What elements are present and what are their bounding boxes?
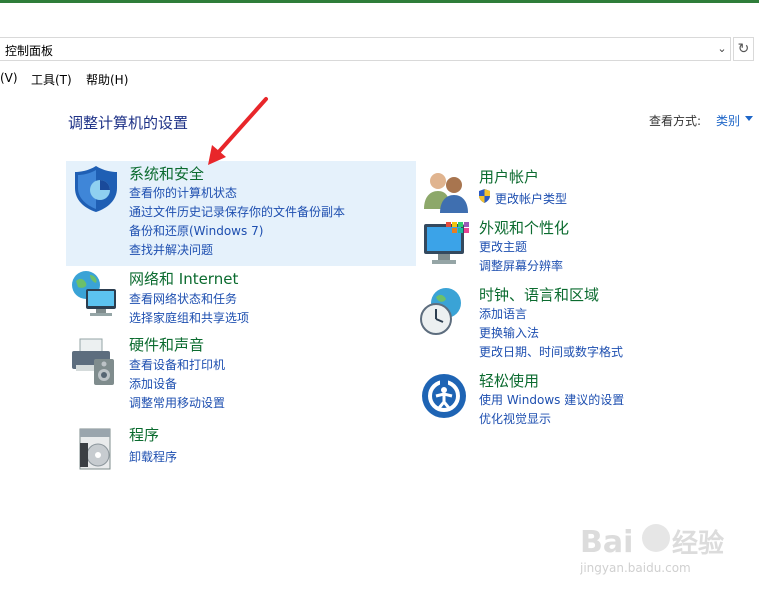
menu-tools[interactable]: 工具(T): [31, 71, 72, 88]
baidu-watermark-logo: Bai 经验 jingyan.baidu.com: [580, 524, 724, 575]
link-screen-resolution[interactable]: 调整屏幕分辨率: [479, 257, 563, 274]
ease-of-access-icon: [422, 374, 466, 418]
uac-shield-icon: [479, 189, 490, 203]
svg-text:Bai: Bai: [580, 525, 633, 560]
page-title: 调整计算机的设置: [68, 114, 189, 132]
link-homegroup[interactable]: 选择家庭组和共享选项: [129, 309, 249, 326]
category-title-hardware[interactable]: 硬件和声音: [129, 334, 204, 355]
shield-icon: [75, 166, 117, 212]
link-change-account-type[interactable]: 更改帐户类型: [495, 190, 567, 207]
address-path: 控制面板: [5, 44, 54, 58]
category-title-appearance[interactable]: 外观和个性化: [479, 217, 569, 238]
link-change-input[interactable]: 更换输入法: [479, 324, 539, 341]
category-title-system[interactable]: 系统和安全: [129, 163, 204, 184]
link-add-language[interactable]: 添加语言: [479, 305, 527, 322]
printer-icon: [72, 338, 114, 385]
link-uninstall[interactable]: 卸载程序: [129, 448, 177, 465]
network-icon: [72, 271, 116, 316]
refresh-icon[interactable]: ↻: [733, 37, 754, 61]
address-bar[interactable]: 控制面板: [0, 37, 731, 61]
link-devices-printers[interactable]: 查看设备和打印机: [129, 356, 225, 373]
link-recommended-settings[interactable]: 使用 Windows 建议的设置: [479, 391, 624, 408]
link-network-status[interactable]: 查看网络状态和任务: [129, 290, 237, 307]
link-mobility[interactable]: 调整常用移动设置: [129, 394, 225, 411]
category-title-network[interactable]: 网络和 Internet: [129, 268, 238, 289]
menu-help[interactable]: 帮助(H): [86, 71, 128, 88]
link-file-history[interactable]: 通过文件历史记录保存你的文件备份副本: [129, 203, 345, 220]
annotation-arrow: [208, 97, 268, 165]
category-title-clock[interactable]: 时钟、语言和区域: [479, 284, 599, 305]
svg-text:jingyan.baidu.com: jingyan.baidu.com: [580, 561, 691, 575]
svg-text:经验: 经验: [672, 528, 724, 559]
monitor-icon: [424, 222, 469, 264]
link-view-status[interactable]: 查看你的计算机状态: [129, 184, 237, 201]
window-top-strip: [0, 0, 759, 3]
category-title-ease[interactable]: 轻松使用: [479, 370, 539, 391]
link-change-theme[interactable]: 更改主题: [479, 238, 527, 255]
chevron-down-icon[interactable]: ⌄: [714, 40, 730, 58]
category-title-users[interactable]: 用户帐户: [479, 166, 539, 187]
programs-icon: [79, 428, 111, 470]
link-add-device[interactable]: 添加设备: [129, 375, 177, 392]
link-troubleshoot[interactable]: 查找并解决问题: [129, 241, 213, 258]
view-by-dropdown[interactable]: 类别: [716, 112, 740, 129]
users-icon: [424, 173, 468, 213]
link-optimize-display[interactable]: 优化视觉显示: [479, 410, 551, 427]
caret-down-icon[interactable]: [745, 116, 753, 121]
link-backup-restore[interactable]: 备份和还原(Windows 7): [129, 222, 263, 239]
link-date-time-format[interactable]: 更改日期、时间或数字格式: [479, 343, 623, 360]
view-by-label: 查看方式:: [649, 114, 702, 128]
clock-globe-icon: [420, 288, 461, 335]
menu-view[interactable]: (V): [0, 71, 18, 85]
category-title-programs[interactable]: 程序: [129, 424, 159, 445]
